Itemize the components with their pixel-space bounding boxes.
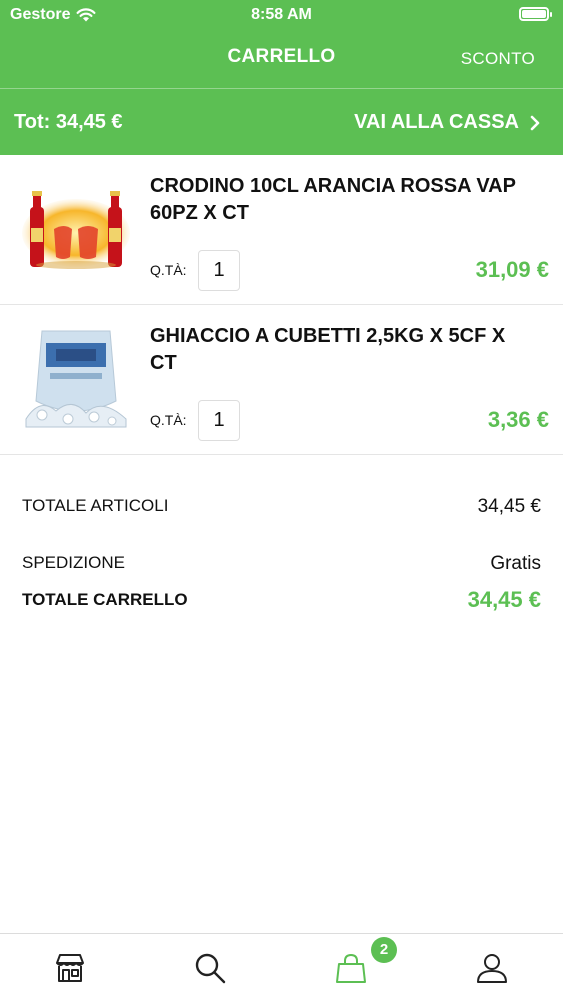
item-price: 31,09 € (475, 257, 549, 282)
store-icon (56, 954, 84, 982)
item-name: GHIACCIO A CUBETTI 2,5KG X 5CF X CT (150, 325, 506, 374)
item-price: 3,36 € (487, 407, 549, 432)
cart-count-badge: 2 (371, 937, 397, 963)
tab-store[interactable] (50, 948, 90, 988)
items-total-value: 34,45 € (477, 496, 541, 517)
tab-search[interactable] (190, 948, 230, 988)
quantity-label: Q.TÀ: (150, 412, 187, 428)
cart-item[interactable]: CRODINO 10CL ARANCIA ROSSA VAP 60PZ X CT… (0, 155, 563, 305)
discount-button[interactable]: SCONTO (461, 49, 535, 69)
items-total-label: TOTALE ARTICOLI (22, 496, 169, 515)
cart-total-header: Tot: 34,45 € (14, 111, 123, 133)
total-bar: Tot: 34,45 € VAI ALLA CASSA (0, 88, 563, 155)
user-icon (477, 954, 507, 983)
cart-item[interactable]: GHIACCIO A CUBETTI 2,5KG X 5CF X CT Q.TÀ… (0, 305, 563, 455)
quantity-label: Q.TÀ: (150, 262, 187, 278)
summary-row-items: TOTALE ARTICOLI 34,45 € (0, 496, 563, 517)
quantity-field[interactable]: 1 (198, 400, 240, 441)
tab-account[interactable] (472, 948, 512, 988)
cart-total-label: TOTALE CARRELLO (22, 590, 188, 609)
cart-total-value: 34,45 € (467, 587, 541, 612)
product-image-crodino (22, 191, 130, 269)
quantity-field[interactable]: 1 (198, 250, 240, 291)
nav-bar: CARRELLO SCONTO (0, 30, 563, 88)
clock: 8:58 AM (251, 6, 312, 23)
checkout-label: VAI ALLA CASSA (354, 111, 519, 133)
status-bar: Gestore 8:58 AM (0, 0, 563, 30)
tab-cart[interactable] (331, 948, 371, 988)
product-image-ice (25, 330, 127, 428)
cart-list: CRODINO 10CL ARANCIA ROSSA VAP 60PZ X CT… (0, 155, 563, 455)
shipping-value: Gratis (490, 553, 541, 574)
tab-bar (0, 933, 563, 1000)
battery-icon (519, 7, 552, 21)
item-name: CRODINO 10CL ARANCIA ROSSA VAP 60PZ X CT (150, 175, 516, 224)
chevron-right-icon (530, 115, 540, 130)
shopping-bag-icon (336, 954, 366, 983)
search-icon (195, 953, 226, 984)
summary-row-total: TOTALE CARRELLO 34,45 € (0, 587, 563, 612)
shipping-label: SPEDIZIONE (22, 553, 125, 572)
summary-row-shipping: SPEDIZIONE Gratis (0, 553, 563, 574)
checkout-button[interactable]: VAI ALLA CASSA (354, 111, 541, 134)
